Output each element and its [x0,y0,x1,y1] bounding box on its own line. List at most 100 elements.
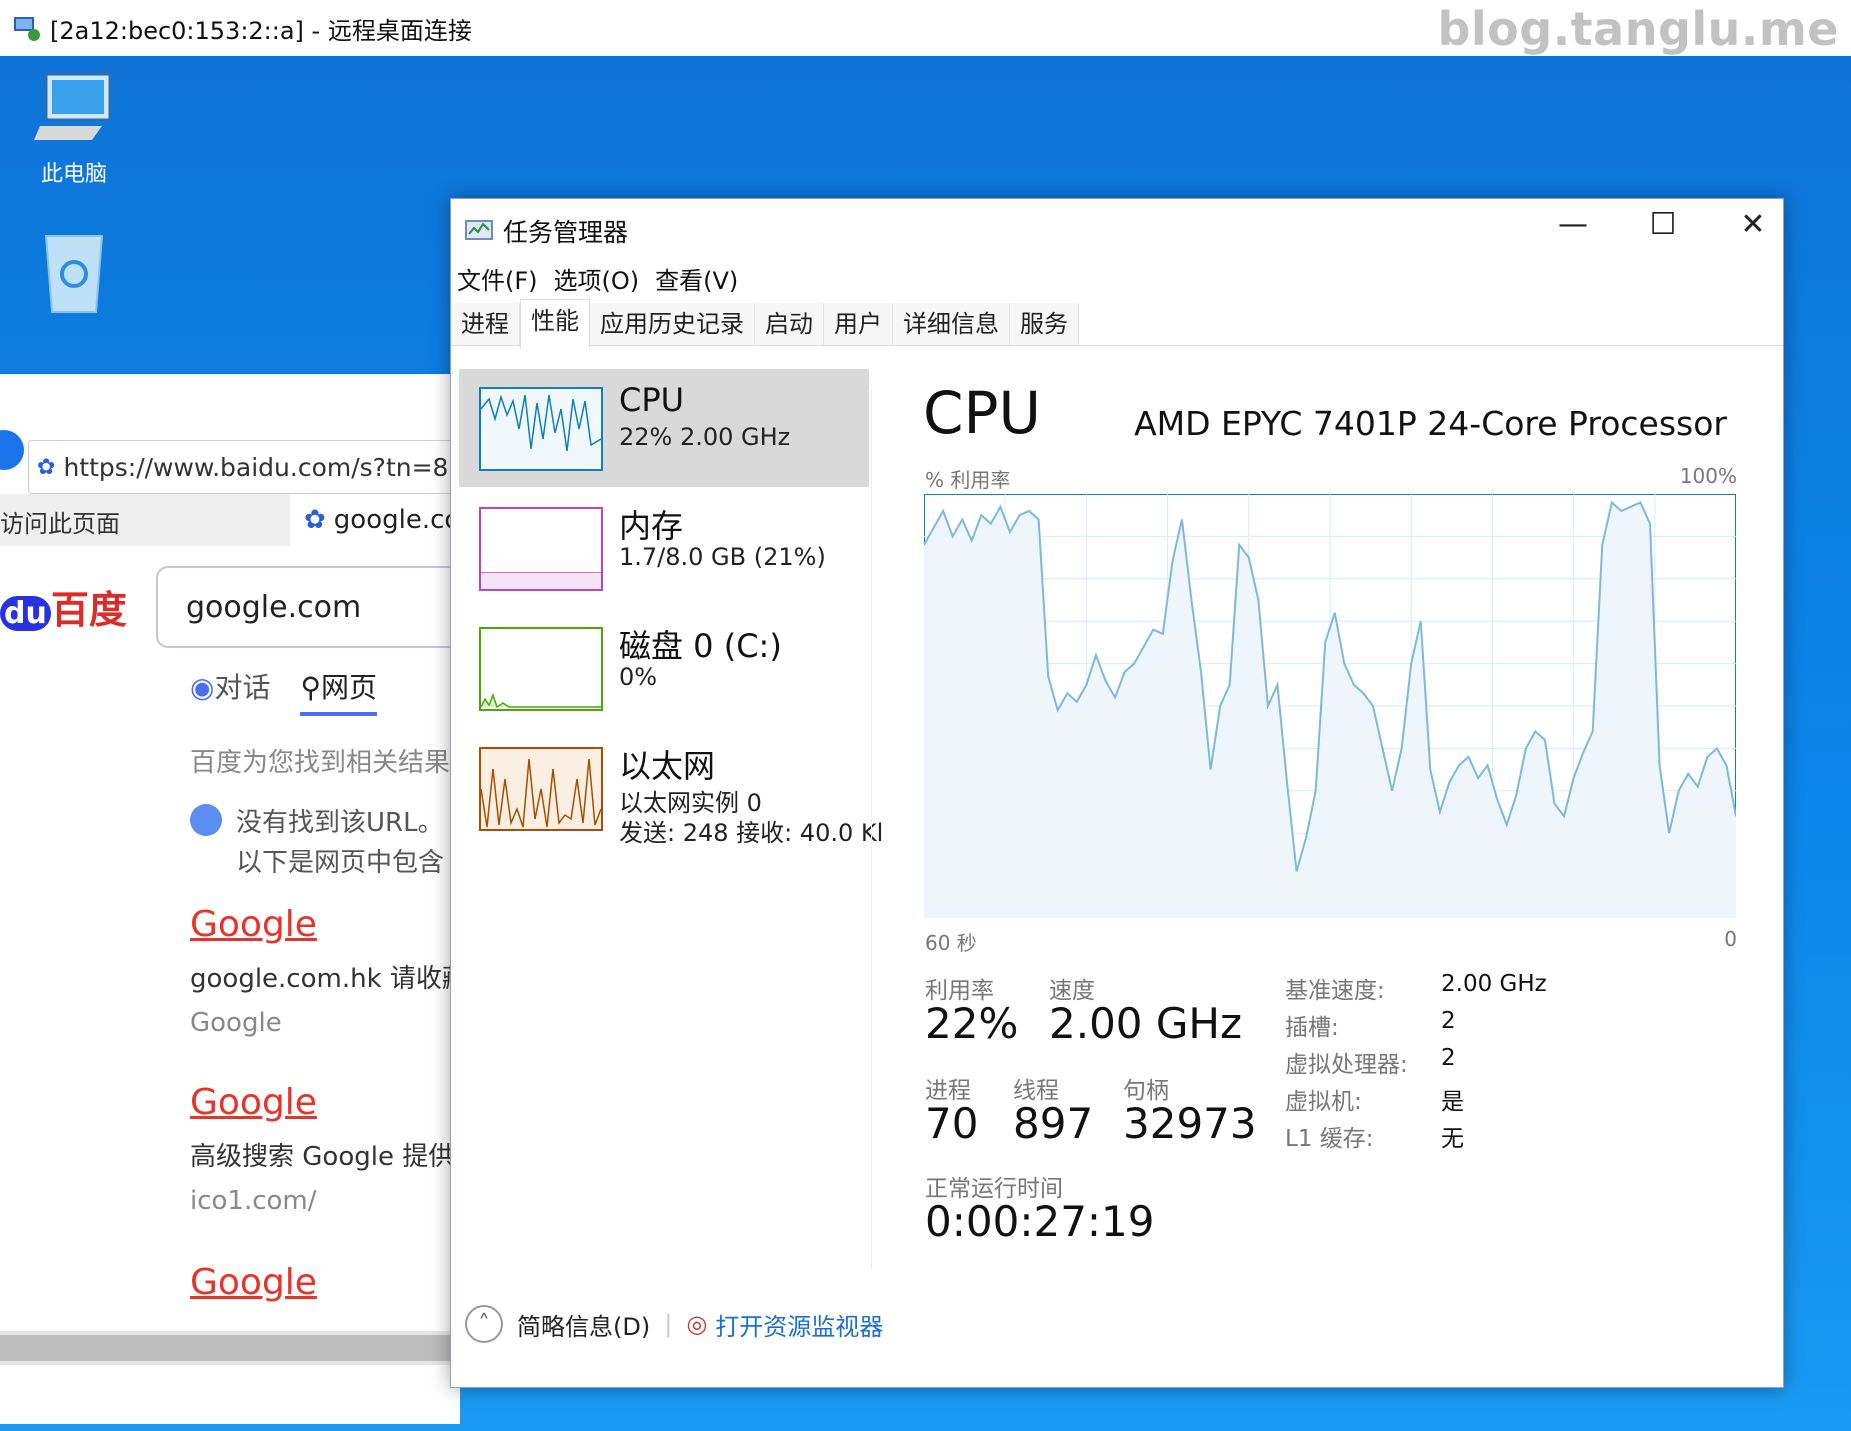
tab-web[interactable]: ⚲网页 [300,666,377,716]
ethernet-thumbnail [479,747,603,831]
baidu-paw-icon: ✿ [304,505,326,535]
bookmark-bar: 访问此页面 ✿ google.co [0,494,460,546]
tab-label: 对话 [214,671,271,704]
sidebar-item-value-2: 发送: 248 接收: 40.0 Kl [619,819,884,847]
virtual-processors-value: 2 [1441,1045,1456,1071]
minimize-button[interactable]: — [1543,207,1603,242]
desktop: 此电脑 ✿ https://www.baidu.com/s?tn=800 访问此… [0,56,1851,1431]
menu-bar: 文件(F) 选项(O) 查看(V) [457,261,738,296]
tab-app-history[interactable]: 应用历史记录 [590,303,755,345]
result-notice: 百度为您找到相关结果 [190,748,451,778]
computer-icon [34,72,112,140]
threads-value: 897 [1013,1099,1094,1148]
virtual-processors-label: 虚拟处理器: [1285,1052,1408,1078]
address-bar[interactable]: ✿ https://www.baidu.com/s?tn=800 [28,440,460,494]
tab-startup[interactable]: 启动 [755,303,824,345]
sidebar-item-ethernet[interactable]: 以太网 以太网实例 0 发送: 248 接收: 40.0 Kl [459,729,883,847]
graph-time-label: 60 秒 [925,931,977,955]
rdp-titlebar: [2a12:bec0:153:2::a] - 远程桌面连接 blog.tangl… [0,0,1851,56]
processes-value: 70 [925,1099,979,1148]
tab-users[interactable]: 用户 [824,303,893,345]
task-manager-icon [465,220,493,240]
virtual-machine-value: 是 [1441,1089,1464,1115]
tab-details[interactable]: 详细信息 [893,303,1010,345]
tab-label: google.co [333,505,460,535]
sockets-value: 2 [1441,1008,1456,1034]
tab-google[interactable]: ✿ google.co [290,494,460,546]
watermark: blog.tanglu.me [1437,2,1839,56]
sidebar-item-label: 以太网 [619,747,716,785]
back-arrow-icon[interactable] [0,430,24,470]
memory-thumbnail [479,507,603,591]
base-speed-label: 基准速度: [1285,978,1385,1004]
close-button[interactable]: ✕ [1723,207,1783,242]
remote-desktop-icon [12,13,42,43]
sidebar-item-memory[interactable]: 内存 1.7/8.0 GB (21%) [459,489,869,607]
window-title-text: 任务管理器 [503,218,629,247]
result-url: google.com.hk 请收藏 [190,964,460,994]
result-title[interactable]: Google [190,1082,317,1123]
sockets-label: 插槽: [1285,1015,1339,1041]
no-url-notice: 没有找到该URL。 [236,808,444,838]
desktop-icon-recycle-bin[interactable] [14,228,134,322]
desktop-icon-this-pc[interactable]: 此电脑 [14,70,134,188]
graph-zero-label: 0 [1724,927,1737,951]
tab-performance[interactable]: 性能 [520,299,590,349]
sidebar-item-value: 1.7/8.0 GB (21%) [619,543,826,571]
sidebar-item-cpu[interactable]: CPU 22% 2.00 GHz [459,369,869,487]
graph-y-label: % 利用率 [925,468,1011,492]
result-source: Google [190,1008,282,1038]
cpu-utilization-graph [924,494,1736,918]
sidebar-item-value: 22% 2.00 GHz [619,423,791,451]
tab-chat[interactable]: ◉对话 [190,666,270,716]
recycle-bin-icon [44,235,104,313]
search-query: google.com [186,589,362,625]
no-url-notice-2: 以下是网页中包含 [236,848,445,878]
footer: ˄ 简略信息(D) | ◎ 打开资源监视器 [465,1305,883,1343]
baidu-paw-icon: ✿ [37,454,56,480]
utilization-value: 22% [925,999,1019,1048]
tab-bar: 进程 性能 应用历史记录 启动 用户 详细信息 服务 [451,299,1783,349]
search-tabs: ◉对话 ⚲网页 [190,666,377,716]
bookmark-item[interactable]: 访问此页面 [0,504,120,539]
logo-text: 百度 [50,588,127,632]
task-manager-window: 任务管理器 — ☐ ✕ 文件(F) 选项(O) 查看(V) 进程 性能 应用历史… [450,198,1784,1388]
ai-icon: ◉ [190,671,215,704]
window-title: 任务管理器 [465,213,628,249]
virtual-machine-label: 虚拟机: [1285,1089,1362,1115]
tab-processes[interactable]: 进程 [451,303,520,345]
result-source: ico1.com/ [190,1186,317,1216]
result-desc: 高级搜索 Google 提供 [190,1142,455,1172]
l1-cache-label: L1 缓存: [1285,1126,1374,1152]
resource-monitor-icon: ◎ [686,1310,708,1338]
brief-info-button[interactable]: 简略信息(D) [517,1307,650,1342]
baidu-logo[interactable]: du 百度 [0,579,127,634]
search-input[interactable]: google.com [156,566,460,648]
sidebar-divider [871,389,872,1269]
chevron-up-icon[interactable]: ˄ [465,1305,503,1343]
address-text: https://www.baidu.com/s?tn=800 [63,452,460,482]
sidebar-item-value: 0% [619,663,658,691]
info-icon [190,804,222,836]
speed-value: 2.00 GHz [1049,999,1243,1048]
sidebar-item-disk[interactable]: 磁盘 0 (C:) 0% [459,609,869,727]
handles-value: 32973 [1123,1099,1257,1148]
maximize-button[interactable]: ☐ [1633,207,1693,242]
base-speed-value: 2.00 GHz [1441,971,1547,997]
uptime-value: 0:00:27:19 [925,1197,1155,1246]
open-resource-monitor-link[interactable]: 打开资源监视器 [715,1307,883,1342]
search-icon: ⚲ [300,671,321,704]
graph-max-label: 100% [1679,464,1737,488]
sidebar-item-label: 磁盘 0 (C:) [619,627,782,665]
tab-services[interactable]: 服务 [1010,303,1079,345]
l1-cache-value: 无 [1441,1126,1464,1152]
menu-view[interactable]: 查看(V) [655,261,738,296]
tab-label: 网页 [320,671,377,704]
cpu-model: AMD EPYC 7401P 24-Core Processor [1134,404,1727,443]
result-title[interactable]: Google [190,904,317,945]
browser-window: ✿ https://www.baidu.com/s?tn=800 访问此页面 ✿… [0,374,460,1424]
menu-options[interactable]: 选项(O) [554,261,640,296]
result-title[interactable]: Google [190,1262,317,1303]
menu-file[interactable]: 文件(F) [457,261,538,296]
desktop-icon-label: 此电脑 [40,162,107,187]
